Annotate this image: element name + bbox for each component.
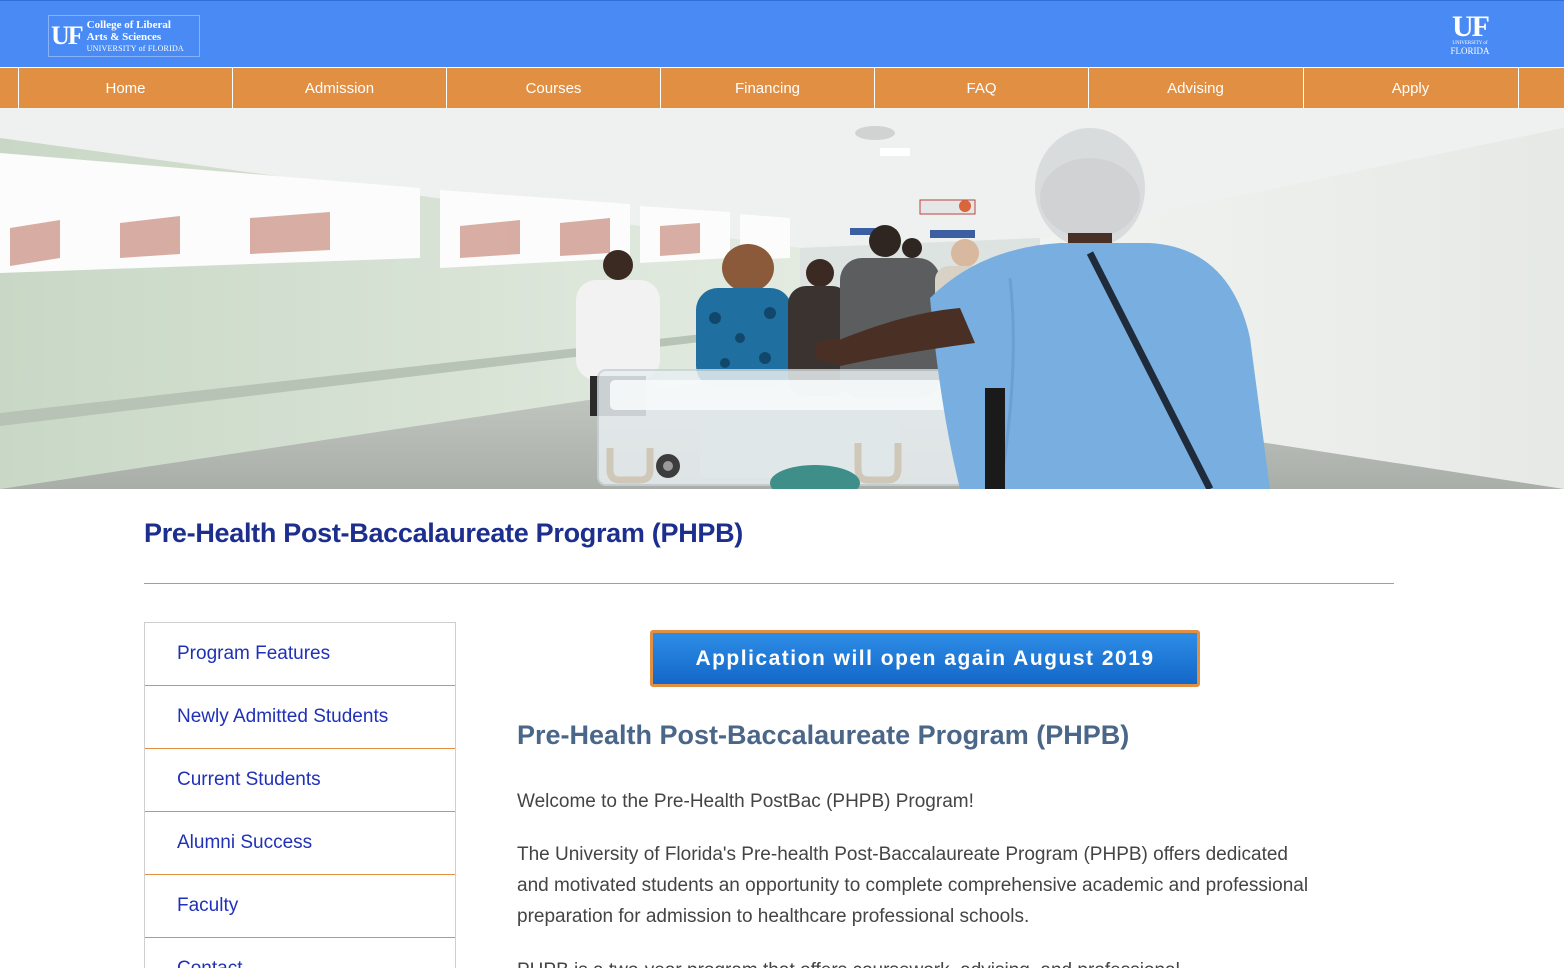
site-header: UF College of Liberal Arts & Sciences UN… (0, 0, 1564, 67)
nav-apply[interactable]: Apply (1303, 68, 1517, 108)
main-nav: Home Admission Courses Financing FAQ Adv… (0, 67, 1564, 108)
side-nav: Program Features Newly Admitted Students… (144, 622, 456, 968)
title-divider (144, 583, 1394, 584)
sidenav-alumni-success[interactable]: Alumni Success (145, 812, 455, 875)
nav-faq[interactable]: FAQ (874, 68, 1088, 108)
nav-courses[interactable]: Courses (446, 68, 660, 108)
page-title: Pre-Health Post-Baccalaureate Program (P… (144, 518, 743, 548)
intro-paragraph: The University of Florida's Pre-health P… (517, 844, 1309, 927)
sidenav-contact[interactable]: Contact (145, 938, 455, 968)
nav-advising[interactable]: Advising (1088, 68, 1302, 108)
college-name-line3: UNIVERSITY of FLORIDA (86, 43, 184, 53)
nav-divider (1518, 68, 1519, 108)
uf-logo-mark: UF (51, 21, 84, 50)
nav-home[interactable]: Home (18, 68, 232, 108)
application-status-button[interactable]: Application will open again August 2019 (650, 630, 1200, 687)
main-heading: Pre-Health Post-Baccalaureate Program (P… (517, 720, 1130, 750)
college-name: College of Liberal Arts & Sciences UNIVE… (87, 19, 184, 54)
sidenav-newly-admitted-students[interactable]: Newly Admitted Students (145, 686, 455, 749)
uf-logo-sub2: FLORIDA (1450, 46, 1490, 56)
sidenav-program-features[interactable]: Program Features (145, 623, 455, 686)
sidenav-faculty[interactable]: Faculty (145, 875, 455, 938)
sidenav-current-students[interactable]: Current Students (145, 749, 455, 812)
hero-illustration (0, 108, 1564, 489)
hero-image (0, 108, 1564, 489)
uf-logo-mark-right: UF (1452, 10, 1490, 43)
college-logo[interactable]: UF College of Liberal Arts & Sciences UN… (48, 15, 200, 57)
welcome-text: Welcome to the Pre-Health PostBac (PHPB)… (517, 791, 974, 812)
nav-admission[interactable]: Admission (232, 68, 446, 108)
college-name-line1: College of Liberal (86, 18, 171, 31)
college-name-line2: Arts & Sciences (86, 30, 162, 43)
nav-financing[interactable]: Financing (660, 68, 874, 108)
program-paragraph: PHPB is a two-year program that offers c… (517, 955, 1317, 968)
uf-logo[interactable]: UF UNIVERSITY of FLORIDA (1446, 10, 1494, 57)
